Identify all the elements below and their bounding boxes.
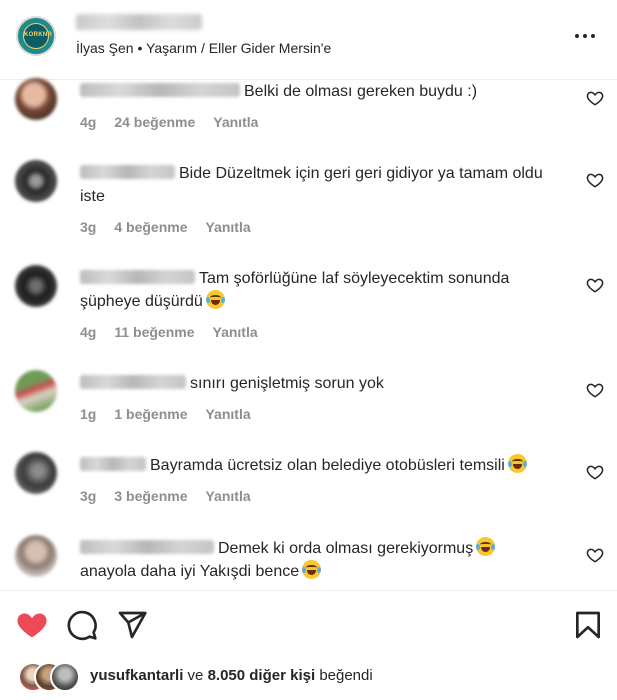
reply-button[interactable]: Yanıtla <box>205 219 250 235</box>
blurred-commenter-name[interactable] <box>80 83 240 97</box>
like-comment-heart-icon[interactable] <box>586 89 604 107</box>
reply-button[interactable]: Yanıtla <box>213 324 258 340</box>
comment-text: Belki de olması gereken buydu :) <box>80 80 565 103</box>
like-comment-heart-icon[interactable] <box>586 276 604 294</box>
likes-suffix: beğendi <box>319 667 373 684</box>
comment-likes[interactable]: 11 beğenme <box>114 324 194 340</box>
blurred-commenter-name[interactable] <box>80 165 175 179</box>
like-comment-heart-icon[interactable] <box>586 463 604 481</box>
joy-emoji-icon <box>302 560 322 579</box>
comment-time: 4g <box>80 114 97 130</box>
comment-text: Tam şoförlüğüne laf söyleyecektim sonund… <box>80 270 510 310</box>
audio-attribution[interactable]: İlyas Şen • Yaşarım / Eller Gider Mersin… <box>76 40 331 56</box>
commenter-avatar[interactable] <box>15 370 57 412</box>
comment-time: 1g <box>80 406 97 422</box>
like-comment-heart-icon[interactable] <box>586 171 604 189</box>
commenter-avatar[interactable] <box>15 265 57 307</box>
reply-button[interactable]: Yanıtla <box>205 406 250 422</box>
commenter-avatar[interactable] <box>15 160 57 202</box>
account-avatar[interactable]: KORKNR <box>16 16 56 56</box>
comment-text: Bayramda ücretsiz olan belediye otobüsle… <box>80 454 565 477</box>
avatar-logo-text: KORKNR <box>24 32 53 38</box>
comment-text: Demek ki orda olması gerekiyormuş anayola… <box>80 537 565 583</box>
joy-emoji-icon <box>507 454 527 473</box>
more-options-icon[interactable] <box>573 30 597 42</box>
reply-button[interactable]: Yanıtla <box>205 488 250 504</box>
comment-meta: 4g 11 beğenme Yanıtla <box>80 324 276 340</box>
comment-meta: 3g 3 beğenme Yanıtla <box>80 488 269 504</box>
bookmark-icon[interactable] <box>572 609 604 641</box>
comment-text: Bide Düzeltmek için geri geri gidiyor ya… <box>80 165 543 205</box>
other-likers-link[interactable]: 8.050 diğer kişi <box>208 667 316 684</box>
post-actions-bar: yusufkantarli ve 8.050 diğer kişi beğend… <box>0 590 617 700</box>
liker-username-link[interactable]: yusufkantarli <box>90 667 183 684</box>
comment-meta: 3g 4 beğenme Yanıtla <box>80 219 269 235</box>
blurred-commenter-name[interactable] <box>80 540 214 554</box>
liker-avatar <box>50 662 80 692</box>
comment-time: 3g <box>80 488 97 504</box>
comment-likes[interactable]: 24 beğenme <box>114 114 195 130</box>
comment-time: 4g <box>80 324 97 340</box>
likes-summary: yusufkantarli ve 8.050 diğer kişi beğend… <box>90 667 373 684</box>
commenter-avatar[interactable] <box>15 78 57 120</box>
blurred-username[interactable] <box>76 14 202 30</box>
likes-connector: ve <box>187 667 204 684</box>
commenter-avatar[interactable] <box>15 452 57 494</box>
comment-icon[interactable] <box>66 609 98 641</box>
joy-emoji-icon <box>476 537 496 556</box>
blurred-commenter-name[interactable] <box>80 270 195 284</box>
comment-meta: 1g 1 beğenme Yanıtla <box>80 406 269 422</box>
comment-likes[interactable]: 1 beğenme <box>114 406 187 422</box>
comment-text: sınırı genişletmiş sorun yok <box>80 372 565 395</box>
heart-filled-icon[interactable] <box>16 609 48 641</box>
blurred-commenter-name[interactable] <box>80 375 186 389</box>
reply-button[interactable]: Yanıtla <box>213 114 258 130</box>
comment-likes[interactable]: 3 beğenme <box>114 488 187 504</box>
like-comment-heart-icon[interactable] <box>586 546 604 564</box>
like-comment-heart-icon[interactable] <box>586 381 604 399</box>
comment-meta: 4g 24 beğenme Yanıtla <box>80 114 276 130</box>
comment-time: 3g <box>80 219 97 235</box>
post-header: KORKNR İlyas Şen • Yaşarım / Eller Gider… <box>0 0 617 80</box>
liker-avatars[interactable] <box>18 662 82 692</box>
share-icon[interactable] <box>116 609 148 641</box>
comment-likes[interactable]: 4 beğenme <box>114 219 187 235</box>
commenter-avatar[interactable] <box>15 535 57 577</box>
blurred-commenter-name[interactable] <box>80 457 146 471</box>
joy-emoji-icon <box>205 290 225 309</box>
